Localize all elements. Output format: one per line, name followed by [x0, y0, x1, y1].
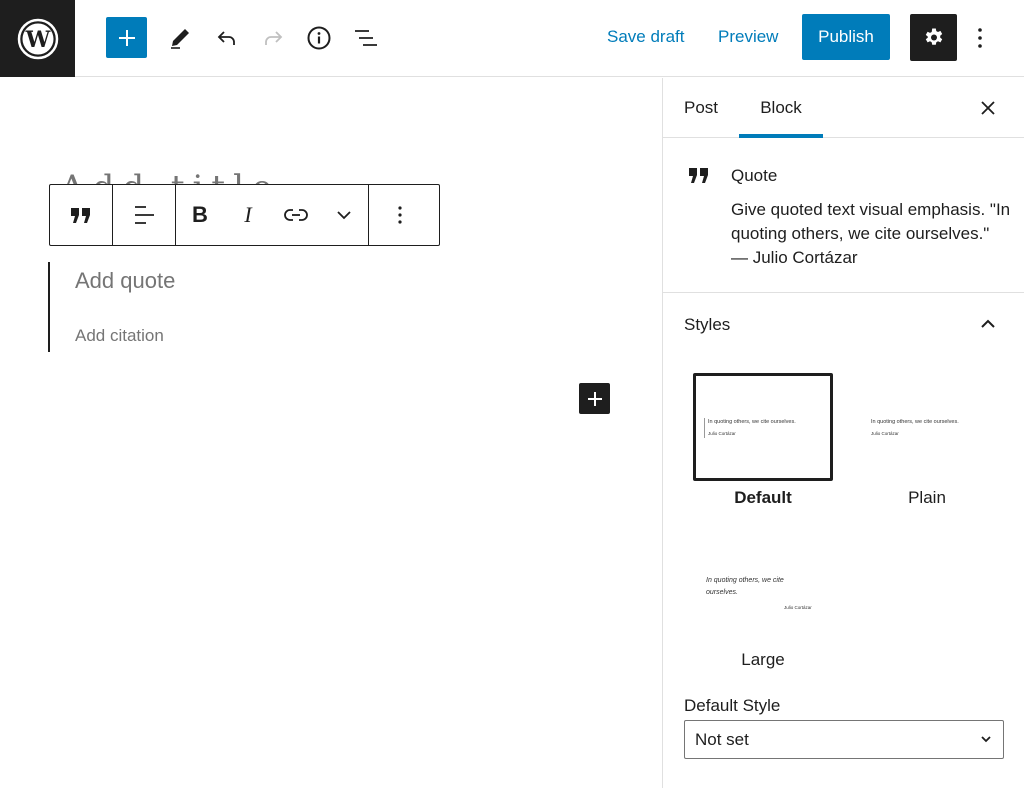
tab-post[interactable]: Post: [684, 78, 718, 138]
align-text-button[interactable]: [113, 185, 175, 245]
settings-sidebar: Post Block Quote Give quoted text visual…: [662, 78, 1024, 788]
chevron-down-icon: [981, 736, 991, 743]
style-label: Large: [741, 650, 785, 669]
style-option-plain[interactable]: In quoting others, we cite ourselves. Ju…: [857, 373, 997, 507]
options-group: [369, 185, 431, 245]
plus-icon: [118, 29, 135, 46]
more-vertical-icon: [398, 206, 402, 224]
block-options-button[interactable]: [369, 185, 431, 245]
default-style-value: Not set: [695, 729, 749, 749]
wordpress-logo[interactable]: W: [0, 0, 75, 77]
editor-header: W Save draft Preview Publish: [0, 0, 1024, 77]
tab-block[interactable]: Block: [739, 78, 823, 138]
style-preview: In quoting others, we cite ourselves. Ju…: [857, 373, 997, 481]
list-view-icon: [355, 30, 377, 46]
link-button[interactable]: [272, 185, 320, 245]
quote-input[interactable]: Add quote: [75, 268, 175, 294]
alignment-group: [113, 185, 176, 245]
svg-text:W: W: [24, 27, 50, 53]
format-group: B I: [176, 185, 369, 245]
block-switcher-button[interactable]: [50, 185, 112, 245]
chevron-up-icon: [981, 319, 995, 328]
preview-quote-line2: ourselves.: [706, 589, 738, 596]
plus-icon: [587, 391, 602, 406]
list-view-button[interactable]: [346, 18, 386, 58]
link-icon: [284, 209, 308, 221]
style-label: Plain: [908, 488, 946, 507]
block-switcher-group: [50, 185, 113, 245]
pencil-icon: [171, 29, 189, 49]
bold-button[interactable]: B: [176, 185, 224, 245]
block-card: Quote Give quoted text visual emphasis. …: [663, 139, 1024, 293]
editor-canvas: Add title B I: [0, 78, 662, 788]
align-left-icon: [135, 206, 154, 224]
preview-quote: In quoting others, we cite ourselves.: [708, 419, 796, 425]
more-options-button[interactable]: [965, 18, 995, 58]
details-button[interactable]: [299, 18, 339, 58]
preview-citation: Julio Cortázar: [871, 431, 899, 436]
tools-button[interactable]: [160, 18, 200, 58]
close-sidebar-button[interactable]: [973, 93, 1003, 123]
preview-quote: In quoting others, we cite ourselves.: [871, 419, 959, 425]
chevron-down-icon: [337, 211, 351, 220]
add-block-button[interactable]: [106, 17, 147, 58]
more-vertical-icon: [978, 28, 982, 48]
styles-panel: Styles In quoting others, we cite oursel…: [663, 294, 1024, 788]
preview-quote-line1: In quoting others, we cite: [706, 577, 784, 584]
style-option-default[interactable]: In quoting others, we cite ourselves. Ju…: [693, 373, 833, 507]
settings-button[interactable]: [910, 14, 957, 61]
preview-button[interactable]: Preview: [718, 27, 778, 47]
quote-icon: [687, 165, 711, 190]
style-option-large[interactable]: In quoting others, we cite ourselves. Ju…: [693, 542, 833, 669]
quote-border: [704, 418, 705, 438]
italic-button[interactable]: I: [224, 185, 272, 245]
redo-button[interactable]: [253, 18, 293, 58]
sidebar-tabs: Post Block: [663, 78, 1024, 138]
default-style-select[interactable]: Not set: [684, 720, 1004, 759]
add-block-inline-button[interactable]: [579, 383, 610, 414]
styles-panel-toggle[interactable]: [973, 309, 1003, 339]
block-card-description: Give quoted text visual emphasis. "In qu…: [731, 200, 1011, 267]
styles-panel-title[interactable]: Styles: [684, 315, 730, 335]
more-rich-text-button[interactable]: [320, 185, 368, 245]
quote-block: Add quote Add citation: [48, 262, 608, 352]
wordpress-icon: W: [17, 18, 58, 59]
post-title-placeholder[interactable]: Add title: [60, 164, 280, 186]
default-style-label: Default Style: [684, 696, 781, 715]
style-preview: In quoting others, we cite ourselves. Ju…: [693, 373, 833, 481]
quote-icon: [71, 208, 90, 223]
style-preview: In quoting others, we cite ourselves. Ju…: [693, 542, 833, 650]
info-icon: [307, 26, 331, 50]
publish-button[interactable]: Publish: [802, 14, 890, 60]
undo-icon: [217, 31, 235, 45]
save-draft-button[interactable]: Save draft: [607, 27, 685, 47]
block-toolbar: B I: [49, 184, 440, 246]
undo-button[interactable]: [207, 18, 247, 58]
citation-input[interactable]: Add citation: [75, 326, 164, 346]
close-icon: [981, 101, 995, 115]
style-label: Default: [734, 488, 792, 507]
gear-icon: [925, 28, 942, 45]
redo-icon: [265, 31, 283, 45]
preview-citation: Julio Cortázar: [708, 431, 736, 436]
preview-citation: Julio Cortázar: [784, 605, 812, 610]
block-card-title: Quote: [731, 166, 778, 185]
